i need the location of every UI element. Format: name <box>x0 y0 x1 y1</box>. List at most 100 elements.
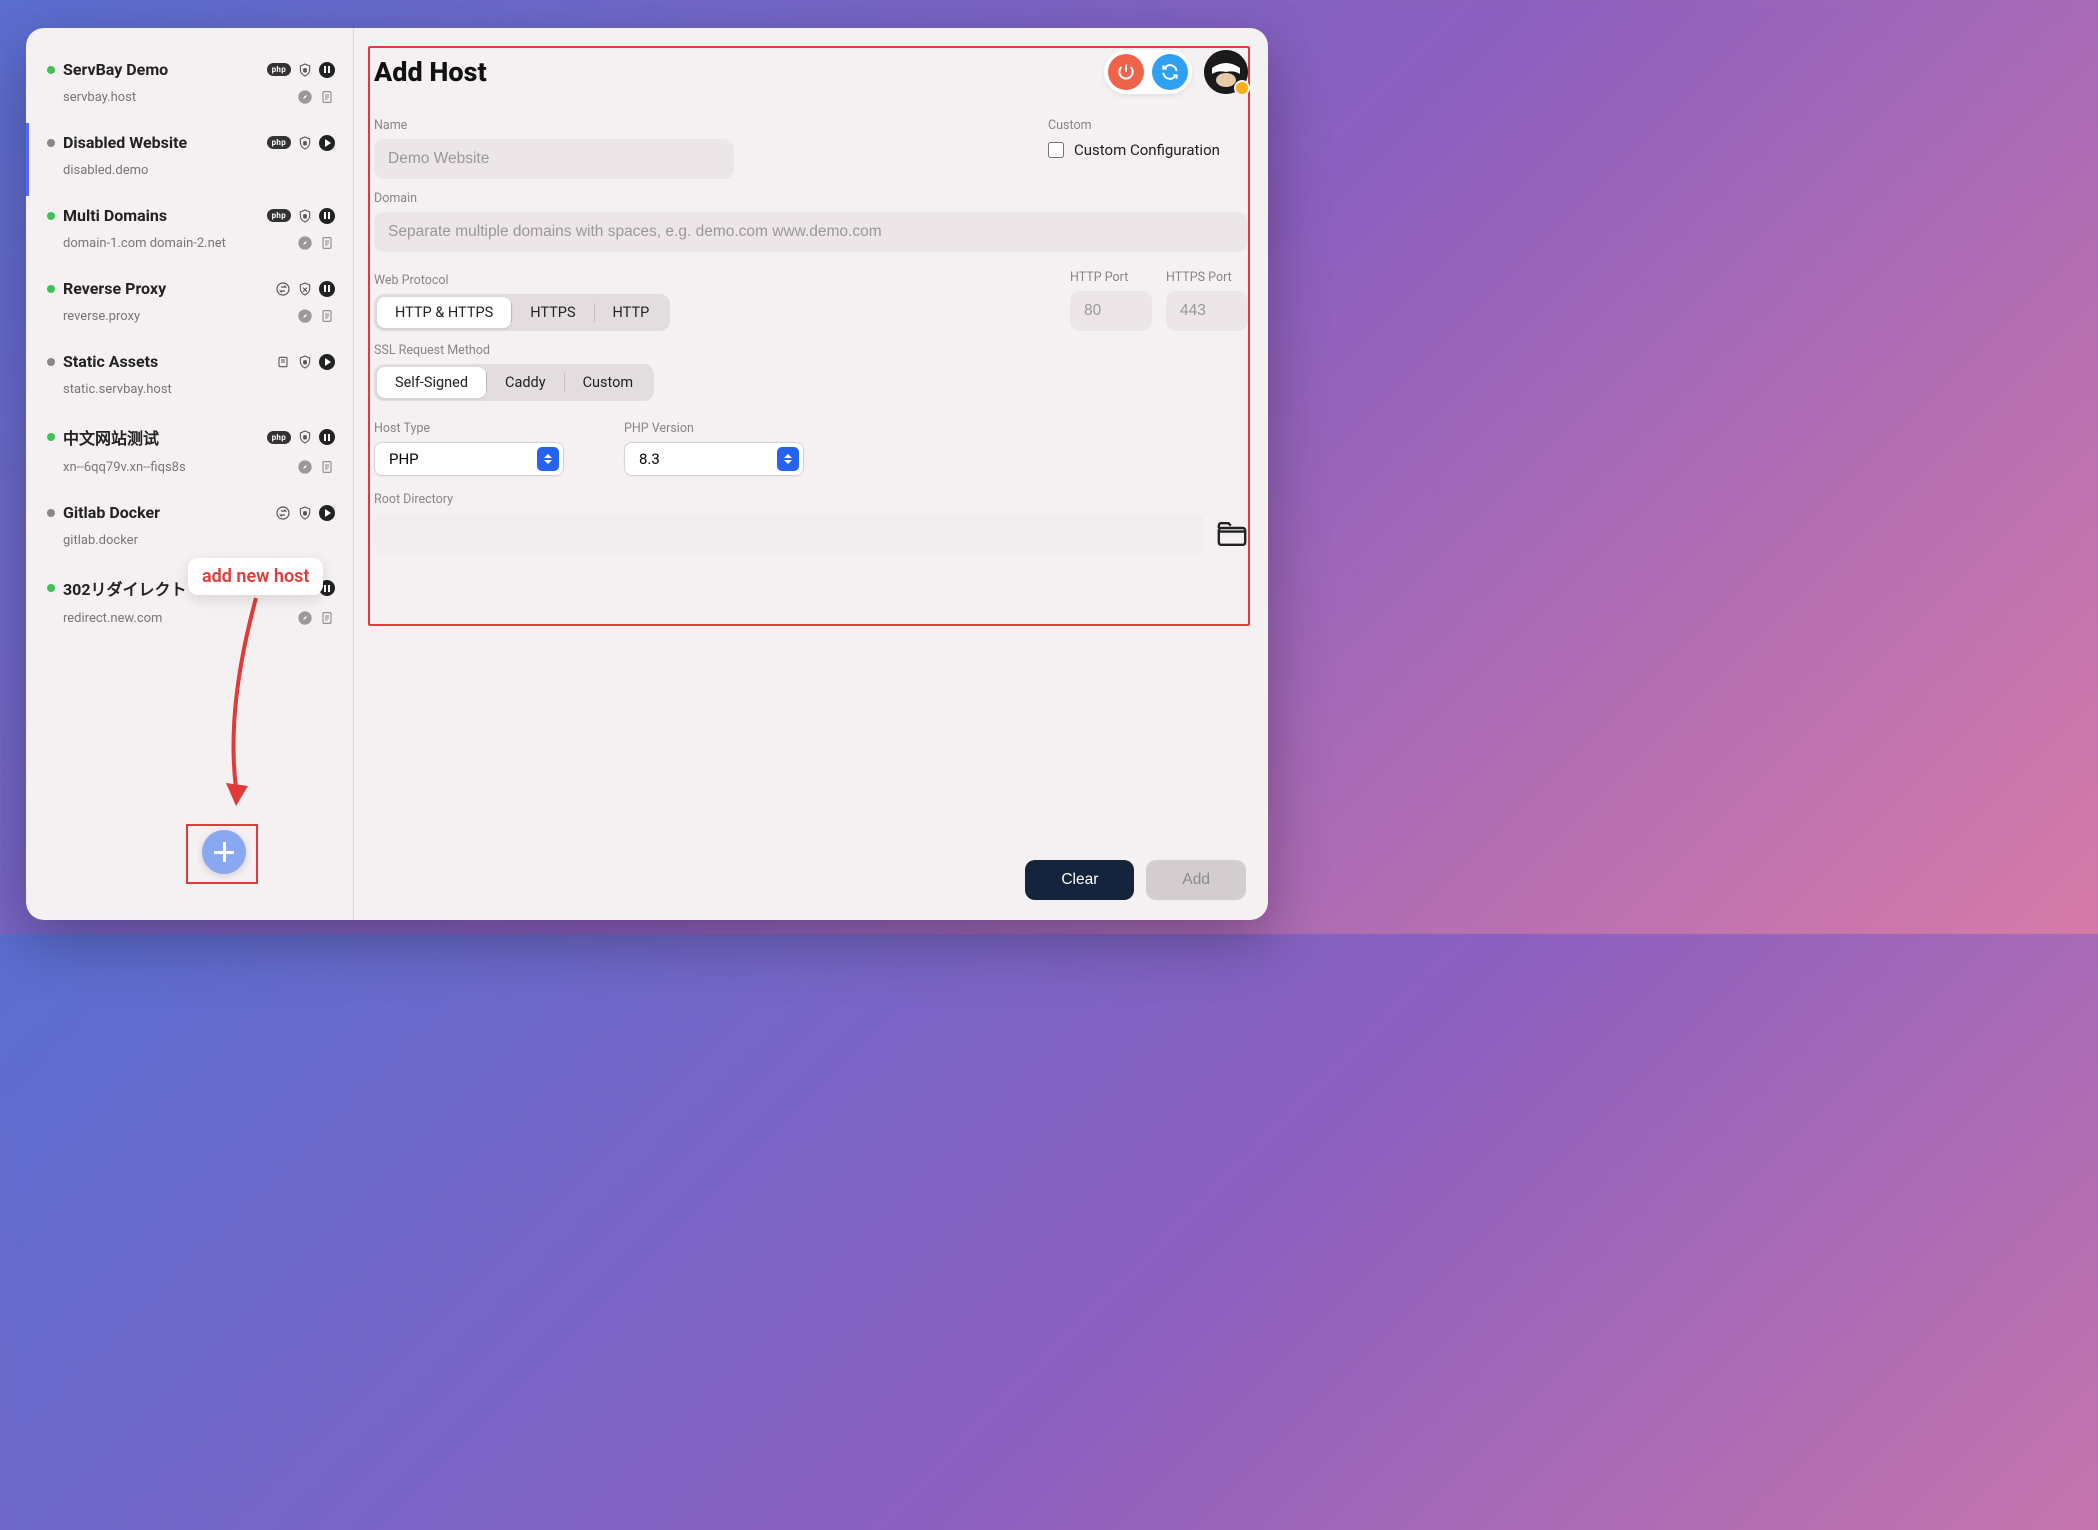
play-button[interactable] <box>319 135 335 151</box>
https-port-input[interactable] <box>1166 291 1248 331</box>
chevrons-icon <box>537 447 559 471</box>
swap-icon <box>275 505 291 521</box>
ssl-segmented: Self-SignedCaddyCustom <box>374 364 654 401</box>
pause-button[interactable] <box>319 208 335 224</box>
host-item[interactable]: 中文网站测试 php xn--6qq79v.xn--fiqs8s <box>26 415 353 493</box>
shield-icon <box>297 354 313 370</box>
domain-input[interactable] <box>374 212 1248 252</box>
protocol-segmented: HTTP & HTTPSHTTPSHTTP <box>374 294 670 331</box>
compass-icon[interactable] <box>297 610 313 626</box>
compass-icon[interactable] <box>297 162 313 178</box>
segment-self-signed[interactable]: Self-Signed <box>377 367 486 398</box>
host-name: Disabled Website <box>63 133 259 152</box>
host-name: Multi Domains <box>63 206 259 225</box>
status-dot <box>47 66 55 74</box>
host-domain: disabled.demo <box>63 163 297 178</box>
add-button[interactable]: Add <box>1146 860 1246 900</box>
http-port-input[interactable] <box>1070 291 1152 331</box>
doc-icon[interactable] <box>319 381 335 397</box>
host-sidebar: ServBay Demo php servbay.host Disabled W… <box>26 28 354 920</box>
shield-icon <box>297 505 313 521</box>
play-button[interactable] <box>319 354 335 370</box>
compass-icon[interactable] <box>297 235 313 251</box>
add-host-fab[interactable] <box>202 830 246 874</box>
segment-caddy[interactable]: Caddy <box>487 367 564 398</box>
php-version-value: 8.3 <box>639 450 660 468</box>
compass-icon[interactable] <box>297 532 313 548</box>
pause-button[interactable] <box>319 580 335 596</box>
host-item[interactable]: ServBay Demo php servbay.host <box>26 50 353 123</box>
play-button[interactable] <box>319 505 335 521</box>
php-version-select[interactable]: 8.3 <box>624 442 804 476</box>
redirect-icon <box>275 580 291 596</box>
layers-icon <box>275 354 291 370</box>
label-name: Name <box>374 118 1008 133</box>
host-type-select[interactable]: PHP <box>374 442 564 476</box>
label-http-port: HTTP Port <box>1070 270 1152 285</box>
host-name: Reverse Proxy <box>63 279 267 298</box>
host-item[interactable]: 302リダイレクト redirect.new.com <box>26 566 353 644</box>
host-item[interactable]: Gitlab Docker gitlab.docker <box>26 493 353 566</box>
compass-icon[interactable] <box>297 381 313 397</box>
compass-icon[interactable] <box>297 459 313 475</box>
host-domain: static.servbay.host <box>63 382 297 397</box>
shield-icon <box>297 580 313 596</box>
doc-icon[interactable] <box>319 532 335 548</box>
host-domain: servbay.host <box>63 90 297 105</box>
host-item[interactable]: Static Assets static.servbay.host <box>26 342 353 415</box>
segment-http[interactable]: HTTP <box>595 297 668 328</box>
doc-icon[interactable] <box>319 89 335 105</box>
root-dir-input[interactable] <box>374 513 1204 555</box>
avatar-wrap[interactable] <box>1204 50 1248 94</box>
host-item[interactable]: Disabled Website php disabled.demo <box>26 123 353 196</box>
browse-folder-button[interactable] <box>1216 521 1248 547</box>
shield-icon <box>297 281 313 297</box>
host-item[interactable]: Reverse Proxy reverse.proxy <box>26 269 353 342</box>
php-badge: php <box>267 209 291 222</box>
status-dot <box>47 285 55 293</box>
main-panel: Add Host <box>354 28 1268 920</box>
app-window: ServBay Demo php servbay.host Disabled W… <box>26 28 1268 920</box>
php-badge: php <box>267 136 291 149</box>
host-name: 302リダイレクト <box>63 576 267 600</box>
shield-icon <box>297 135 313 151</box>
segment-http-https[interactable]: HTTP & HTTPS <box>377 297 511 328</box>
host-domain: domain-1.com domain-2.net <box>63 236 297 251</box>
status-dot <box>47 433 55 441</box>
label-https-port: HTTPS Port <box>1166 270 1248 285</box>
label-php-version: PHP Version <box>624 421 804 436</box>
segment-https[interactable]: HTTPS <box>512 297 593 328</box>
name-input[interactable] <box>374 139 734 179</box>
custom-config-checkbox-input[interactable] <box>1048 142 1064 158</box>
avatar-verified-badge <box>1234 80 1250 96</box>
doc-icon[interactable] <box>319 162 335 178</box>
compass-icon[interactable] <box>297 308 313 324</box>
status-dot <box>47 509 55 517</box>
clear-button[interactable]: Clear <box>1025 860 1134 900</box>
custom-config-checkbox[interactable]: Custom Configuration <box>1048 141 1248 159</box>
label-root-dir: Root Directory <box>374 492 1248 507</box>
host-name: Static Assets <box>63 352 267 371</box>
segment-custom[interactable]: Custom <box>565 367 652 398</box>
host-type-value: PHP <box>389 450 419 468</box>
refresh-button[interactable] <box>1152 54 1188 90</box>
host-name: 中文网站测试 <box>63 425 259 449</box>
chevrons-icon <box>777 447 799 471</box>
php-badge: php <box>267 431 291 444</box>
host-item[interactable]: Multi Domains php domain-1.com domain-2.… <box>26 196 353 269</box>
compass-icon[interactable] <box>297 89 313 105</box>
doc-icon[interactable] <box>319 235 335 251</box>
pause-button[interactable] <box>319 281 335 297</box>
label-domain: Domain <box>374 191 1248 206</box>
shield-icon <box>297 62 313 78</box>
label-ssl-method: SSL Request Method <box>374 343 1248 358</box>
power-button[interactable] <box>1108 54 1144 90</box>
host-domain: gitlab.docker <box>63 533 297 548</box>
doc-icon[interactable] <box>319 308 335 324</box>
doc-icon[interactable] <box>319 459 335 475</box>
host-name: Gitlab Docker <box>63 503 267 522</box>
pause-button[interactable] <box>319 429 335 445</box>
doc-icon[interactable] <box>319 610 335 626</box>
swap-icon <box>275 281 291 297</box>
pause-button[interactable] <box>319 62 335 78</box>
